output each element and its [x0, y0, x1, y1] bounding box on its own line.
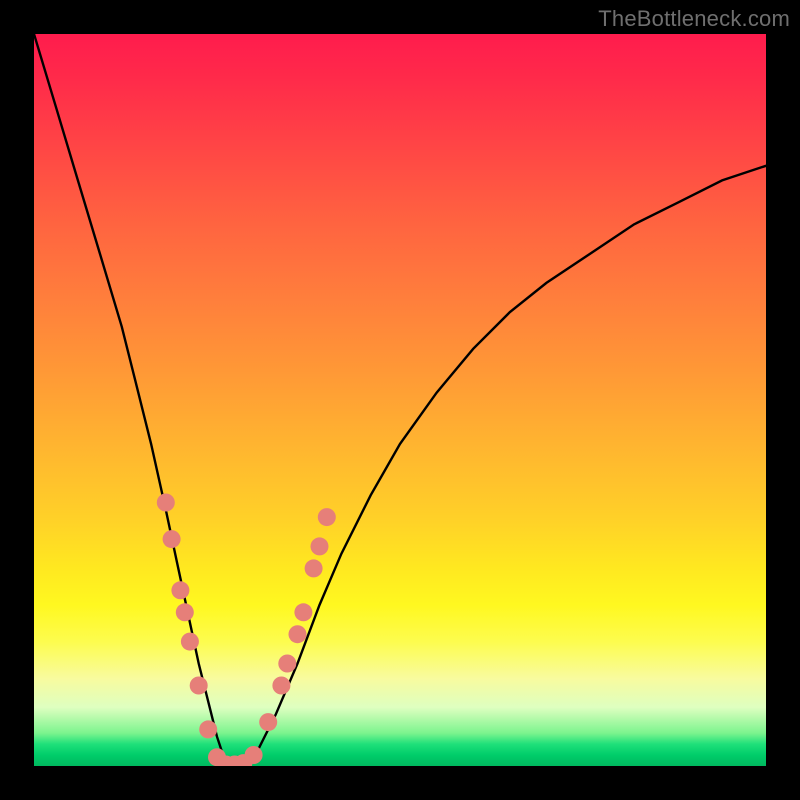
watermark-text: TheBottleneck.com: [598, 6, 790, 32]
highlight-point: [311, 537, 329, 555]
highlight-point: [278, 655, 296, 673]
chart-overlay: [34, 34, 766, 766]
highlight-point: [190, 677, 208, 695]
highlight-point: [245, 746, 263, 764]
chart-frame: TheBottleneck.com: [0, 0, 800, 800]
highlight-point: [305, 559, 323, 577]
highlight-point: [181, 633, 199, 651]
bottleneck-curve: [34, 34, 766, 766]
highlight-point: [289, 625, 307, 643]
highlight-point: [157, 494, 175, 512]
plot-area: [34, 34, 766, 766]
highlight-point: [318, 508, 336, 526]
highlight-point: [272, 677, 290, 695]
highlight-point: [171, 581, 189, 599]
highlight-point: [176, 603, 194, 621]
highlight-point: [163, 530, 181, 548]
highlight-point: [294, 603, 312, 621]
highlight-point: [199, 720, 217, 738]
highlight-point: [259, 713, 277, 731]
